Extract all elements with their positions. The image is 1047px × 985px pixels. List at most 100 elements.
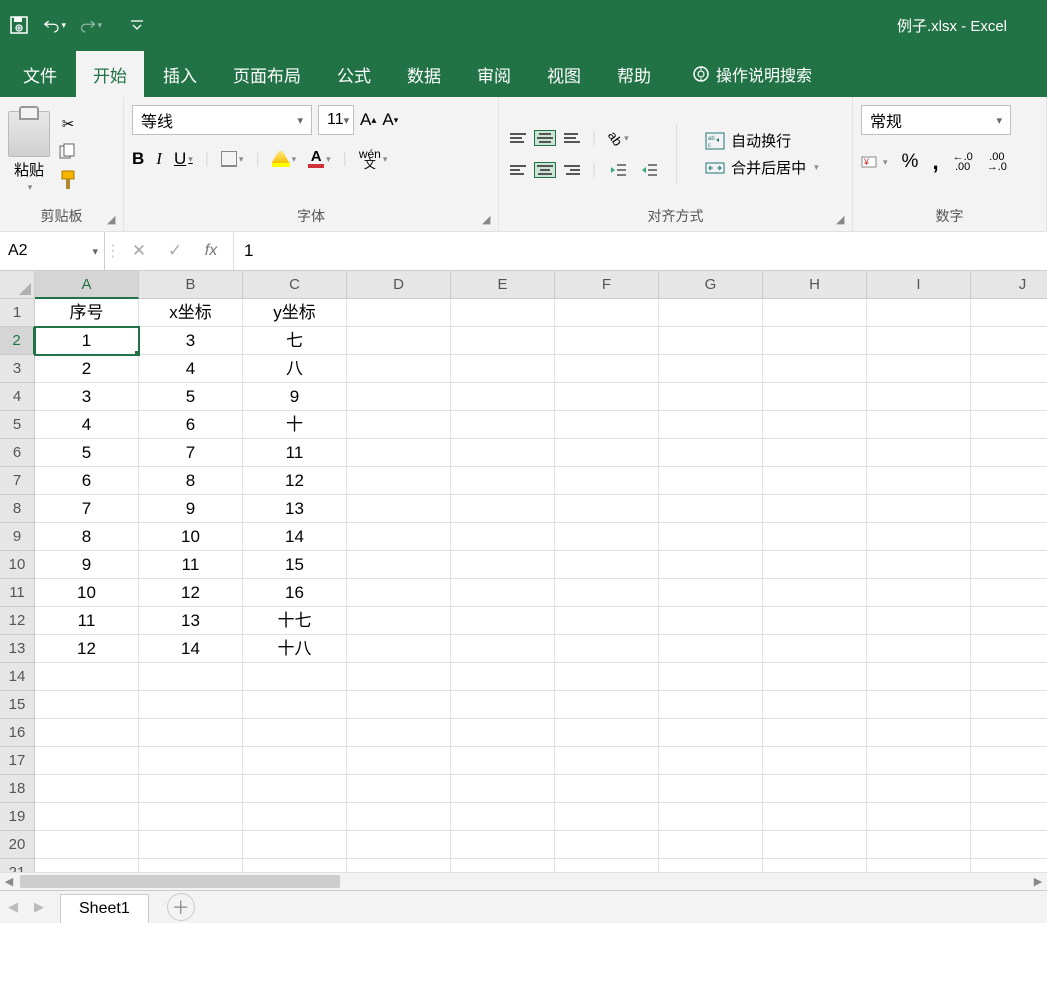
cut-icon[interactable]: ✂ [58, 114, 78, 134]
cell[interactable] [555, 579, 659, 607]
cell[interactable] [555, 775, 659, 803]
cell[interactable] [35, 775, 139, 803]
row-header[interactable]: 4 [0, 383, 35, 411]
cell[interactable] [451, 691, 555, 719]
cell[interactable] [763, 327, 867, 355]
cell[interactable] [451, 299, 555, 327]
cell[interactable] [451, 467, 555, 495]
cell[interactable] [451, 803, 555, 831]
cell[interactable] [35, 663, 139, 691]
cell[interactable] [347, 635, 451, 663]
cell[interactable]: 七 [243, 327, 347, 355]
row-header[interactable]: 7 [0, 467, 35, 495]
cell[interactable] [347, 775, 451, 803]
cell[interactable] [347, 719, 451, 747]
column-header[interactable]: J [971, 271, 1047, 299]
cell[interactable]: 5 [139, 383, 243, 411]
phonetic-guide-button[interactable]: wén文 ▾ [359, 149, 388, 169]
cell[interactable] [763, 691, 867, 719]
cell[interactable] [347, 467, 451, 495]
cell[interactable] [347, 355, 451, 383]
cell[interactable] [867, 719, 971, 747]
cell[interactable] [763, 719, 867, 747]
cell[interactable] [971, 495, 1047, 523]
cell[interactable] [35, 747, 139, 775]
cell[interactable] [971, 327, 1047, 355]
paste-icon[interactable] [8, 111, 50, 157]
accept-formula-icon[interactable]: ✓ [157, 232, 193, 270]
cell[interactable] [451, 495, 555, 523]
cell[interactable] [451, 411, 555, 439]
cell[interactable] [867, 523, 971, 551]
cell[interactable]: 10 [139, 523, 243, 551]
align-middle-button[interactable] [534, 130, 556, 146]
cell[interactable] [35, 803, 139, 831]
cell[interactable] [659, 747, 763, 775]
cell[interactable] [867, 635, 971, 663]
cell[interactable]: 8 [139, 467, 243, 495]
column-header[interactable]: D [347, 271, 451, 299]
cell[interactable]: 14 [243, 523, 347, 551]
align-bottom-button[interactable] [561, 130, 583, 146]
cell[interactable] [451, 663, 555, 691]
decrease-font-icon[interactable]: A▾ [382, 110, 398, 130]
cell[interactable] [867, 579, 971, 607]
cell[interactable] [763, 523, 867, 551]
cell[interactable] [139, 775, 243, 803]
cell[interactable] [451, 775, 555, 803]
cell[interactable] [451, 579, 555, 607]
row-header[interactable]: 14 [0, 663, 35, 691]
row-header[interactable]: 6 [0, 439, 35, 467]
cell[interactable] [763, 411, 867, 439]
cell[interactable]: 3 [35, 383, 139, 411]
cell[interactable] [451, 439, 555, 467]
cell[interactable] [659, 495, 763, 523]
cell[interactable] [867, 467, 971, 495]
cell[interactable] [763, 831, 867, 859]
cell[interactable]: 十八 [243, 635, 347, 663]
paste-label[interactable]: 粘贴 [14, 159, 44, 180]
cell[interactable] [659, 327, 763, 355]
cell[interactable] [347, 579, 451, 607]
align-left-button[interactable] [507, 162, 529, 178]
cell[interactable] [659, 355, 763, 383]
cell[interactable]: 十 [243, 411, 347, 439]
cell[interactable]: 13 [139, 607, 243, 635]
align-center-button[interactable] [534, 162, 556, 178]
cell[interactable] [867, 439, 971, 467]
cell[interactable] [243, 747, 347, 775]
orientation-button[interactable]: ab▾ [605, 125, 631, 151]
increase-indent-button[interactable] [636, 157, 662, 183]
cell[interactable] [347, 831, 451, 859]
cell[interactable] [971, 663, 1047, 691]
cell[interactable] [347, 299, 451, 327]
cell[interactable] [555, 439, 659, 467]
cell[interactable] [451, 327, 555, 355]
cell[interactable] [555, 299, 659, 327]
cell[interactable]: 15 [243, 551, 347, 579]
row-header[interactable]: 20 [0, 831, 35, 859]
cell[interactable]: x坐标 [139, 299, 243, 327]
cell[interactable] [867, 747, 971, 775]
cell[interactable]: 14 [139, 635, 243, 663]
cell[interactable] [763, 635, 867, 663]
underline-button[interactable]: U▾ [174, 149, 193, 169]
cell[interactable] [659, 663, 763, 691]
cell[interactable] [763, 607, 867, 635]
cell[interactable] [555, 747, 659, 775]
cell[interactable] [555, 635, 659, 663]
tell-me-search[interactable]: 操作说明搜索 [684, 51, 820, 97]
cell[interactable] [867, 551, 971, 579]
row-header[interactable]: 13 [0, 635, 35, 663]
cell[interactable] [347, 495, 451, 523]
row-header[interactable]: 5 [0, 411, 35, 439]
cell[interactable] [763, 747, 867, 775]
cell[interactable] [971, 551, 1047, 579]
cell[interactable] [971, 439, 1047, 467]
scroll-right-icon[interactable]: ▶ [1029, 873, 1047, 890]
cell[interactable] [971, 691, 1047, 719]
cell[interactable] [243, 691, 347, 719]
cell[interactable] [659, 299, 763, 327]
decrease-decimal-button[interactable]: .00 →.0 [987, 152, 1007, 172]
cell[interactable] [451, 635, 555, 663]
